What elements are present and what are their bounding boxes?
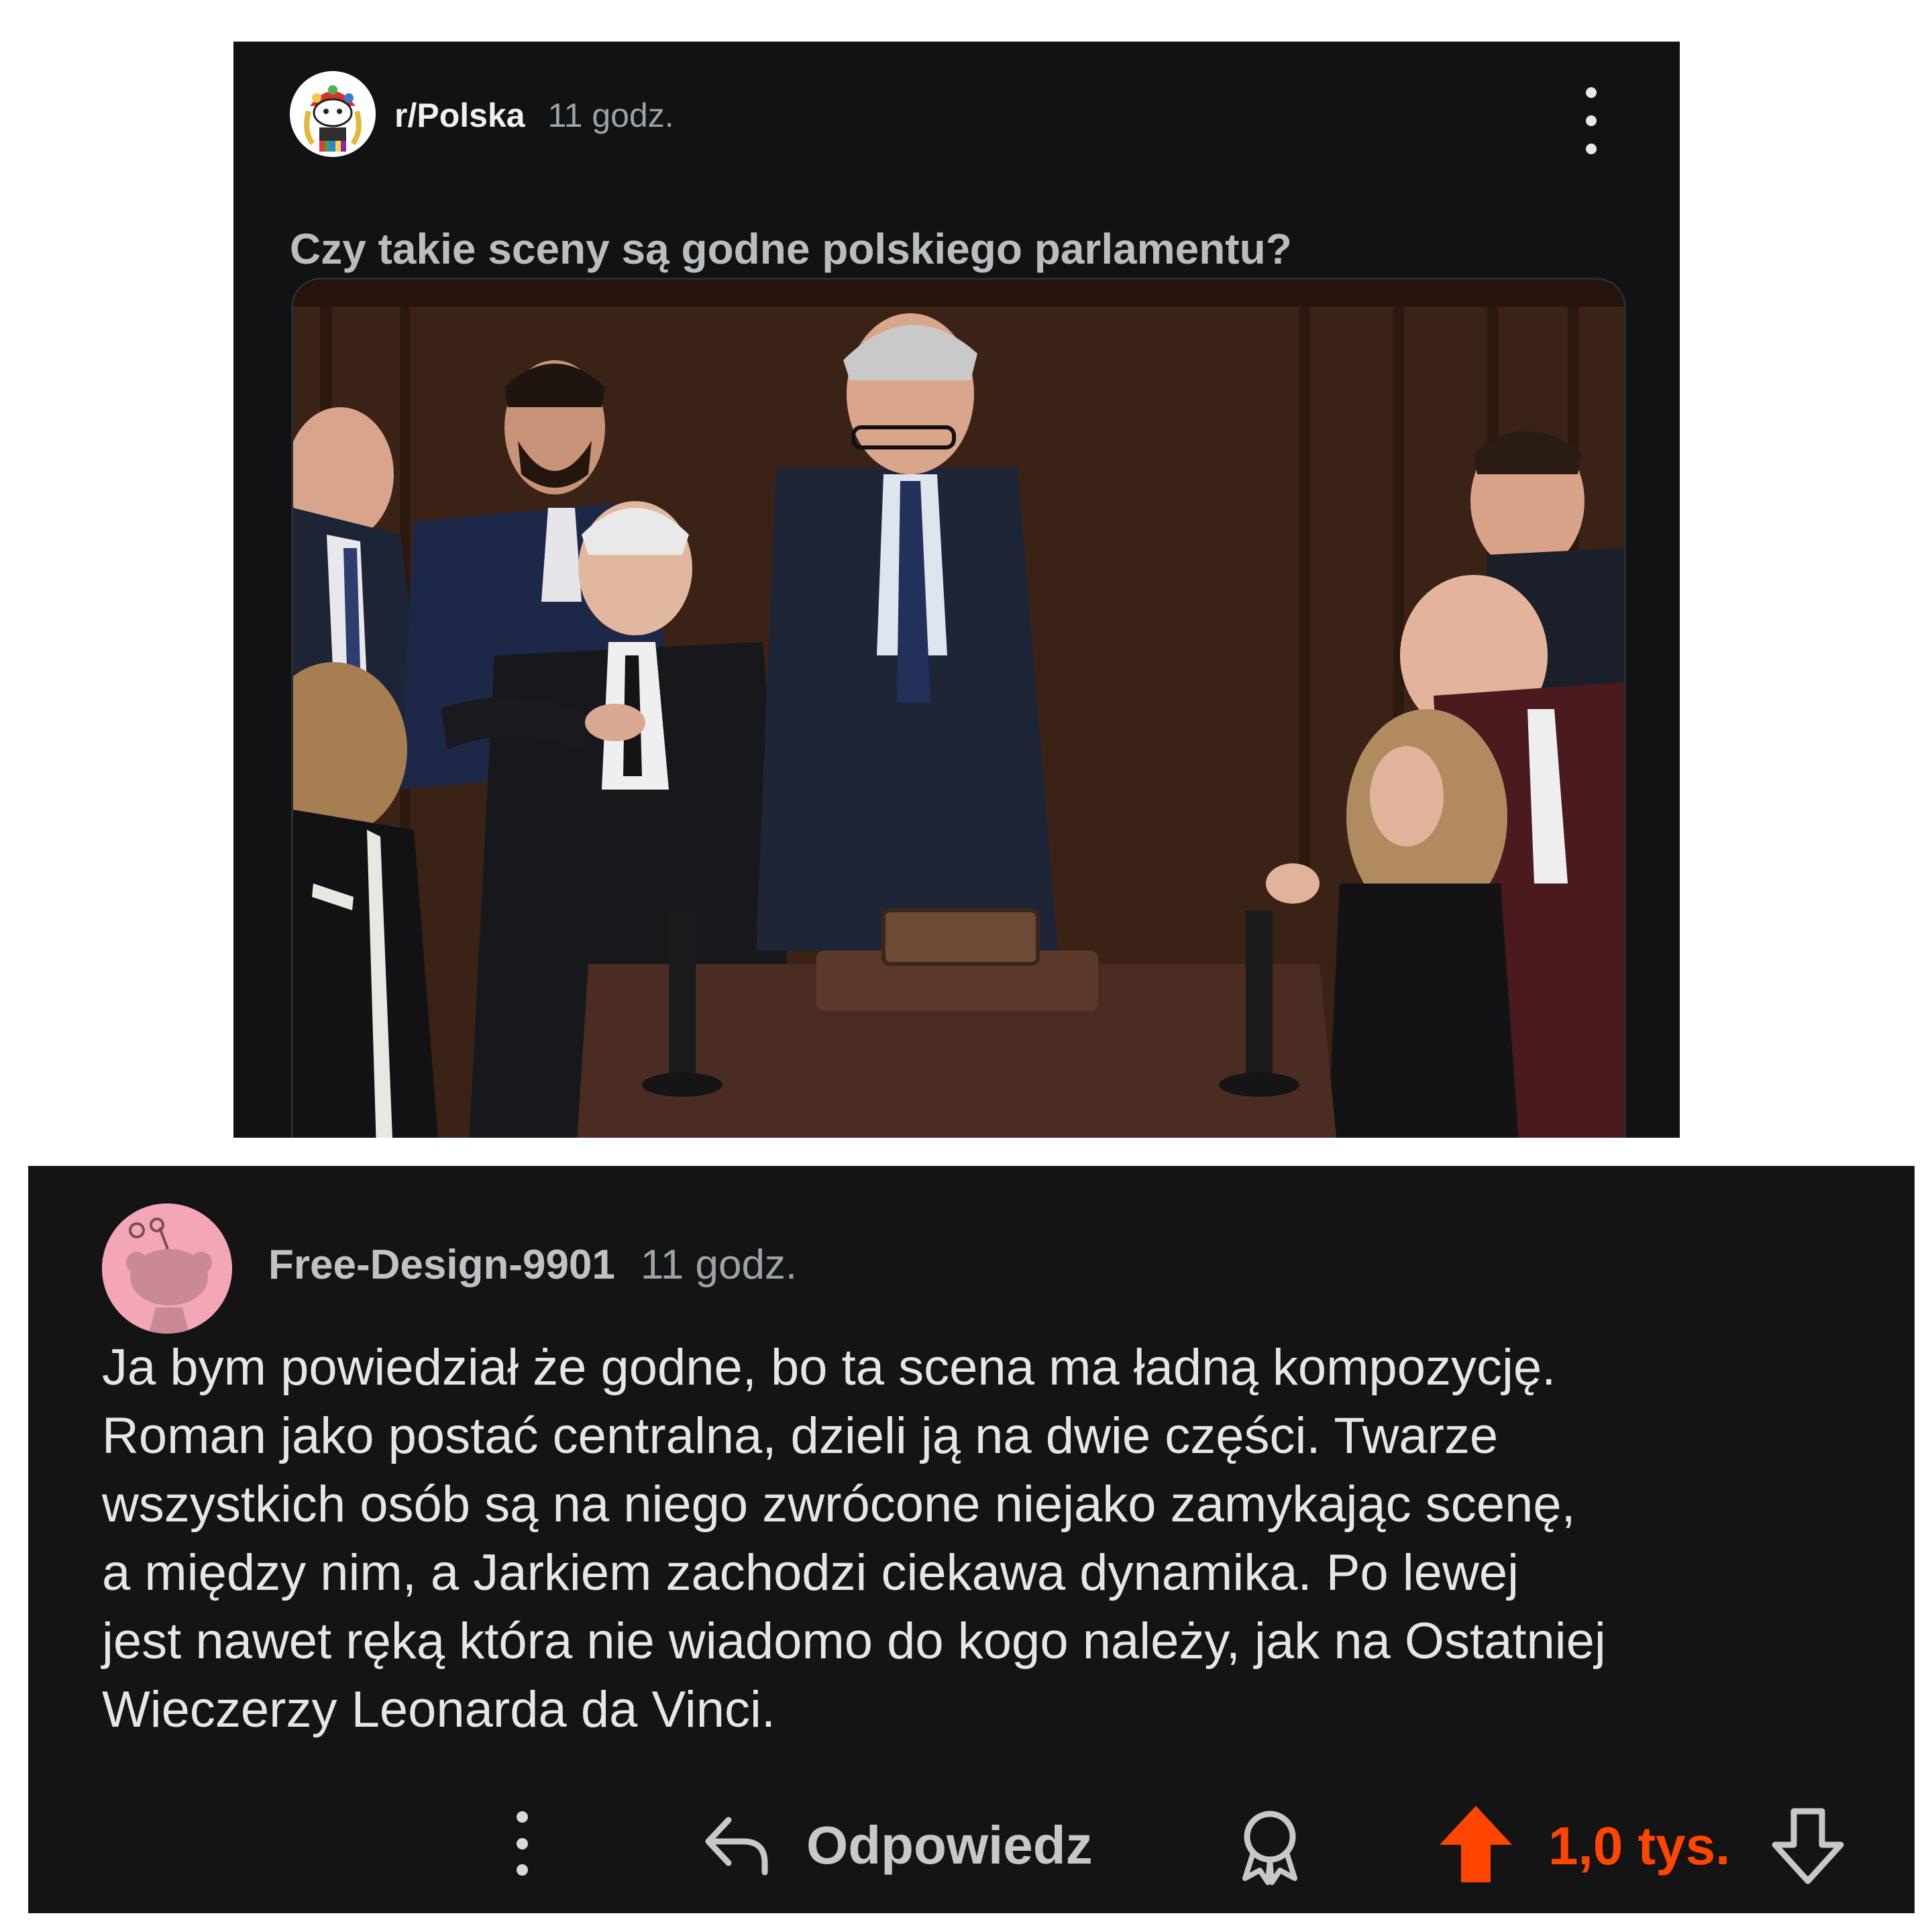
more-options-icon[interactable] — [1575, 87, 1607, 154]
post-title[interactable]: Czy takie sceny są godne polskiego parla… — [290, 224, 1292, 274]
subreddit-avatar[interactable] — [290, 71, 376, 157]
comment-username[interactable]: Free-Design-9901 — [268, 1241, 615, 1289]
vote-count: 1,0 tys. — [1548, 1816, 1731, 1876]
post-meta: r/Polska 11 godz. — [394, 95, 674, 136]
comment-card: Free-Design-9901 11 godz. Ja bym powiedz… — [28, 1166, 1915, 1913]
award-icon[interactable] — [1233, 1805, 1307, 1885]
comment-line: a między nim, a Jarkiem zachodzi ciekawa… — [102, 1544, 1519, 1601]
upvote-icon[interactable] — [1437, 1803, 1515, 1885]
comment-line: wszystkich osób są na niego zwrócone nie… — [102, 1476, 1576, 1533]
user-avatar[interactable] — [102, 1203, 232, 1334]
comment-actions: Odpowiedz 1,0 tys. — [28, 1783, 1915, 1904]
post-card: r/Polska 11 godz. Czy takie sceny są god… — [233, 42, 1680, 1138]
post-image[interactable] — [291, 278, 1626, 1138]
comment-line: Ja bym powiedział że godne, bo ta scena … — [102, 1339, 1556, 1396]
more-options-icon[interactable] — [508, 1811, 535, 1876]
comment-meta: Free-Design-9901 11 godz. — [268, 1241, 797, 1288]
post-timestamp: 11 godz. — [547, 97, 674, 134]
subreddit-name[interactable]: r/Polska — [394, 96, 525, 135]
comment-timestamp: 11 godz. — [640, 1241, 798, 1288]
downvote-icon[interactable] — [1771, 1806, 1845, 1885]
reply-arrow-icon — [705, 1817, 768, 1876]
reply-label: Odpowiedz — [806, 1815, 1093, 1875]
comment-line: Wieczerzy Leonarda da Vinci. — [102, 1681, 775, 1738]
comment-body: Ja bym powiedział że godne, bo ta scena … — [102, 1334, 1873, 1744]
comment-line: Roman jako postać centralna, dzieli ją n… — [102, 1407, 1499, 1464]
comment-line: jest nawet ręką która nie wiadomo do kog… — [102, 1613, 1606, 1670]
reply-button[interactable]: Odpowiedz — [702, 1809, 1093, 1882]
